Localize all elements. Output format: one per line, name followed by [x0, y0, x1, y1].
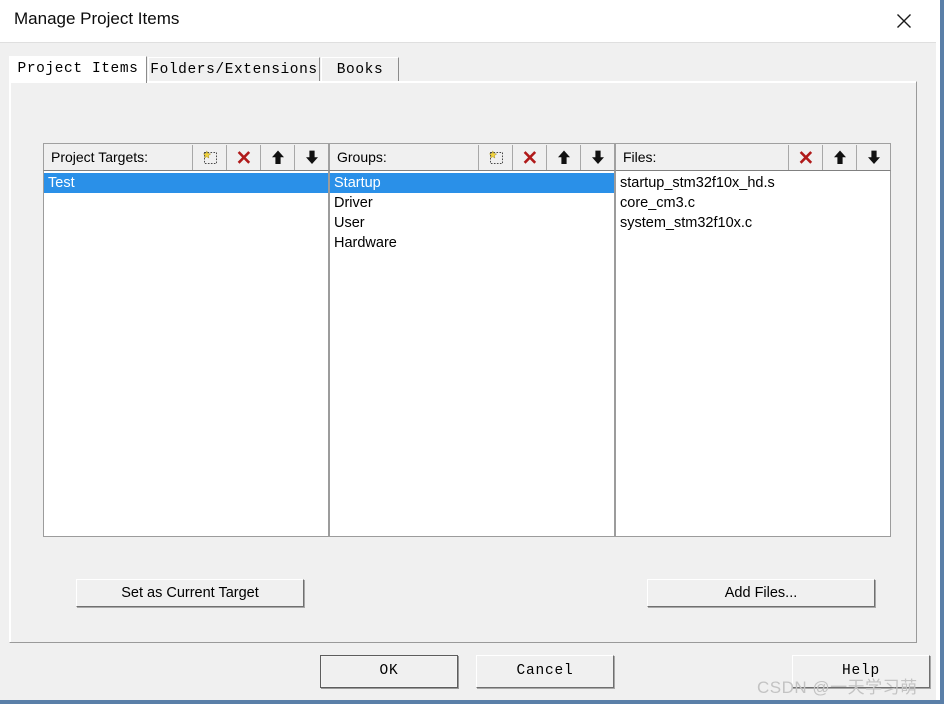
tab-strip: Project Items Folders/Extensions Books	[9, 56, 919, 83]
help-button[interactable]: Help	[792, 655, 930, 688]
cancel-button[interactable]: Cancel	[476, 655, 614, 688]
tab-project-items[interactable]: Project Items	[9, 56, 147, 83]
groups-list[interactable]: Startup Driver User Hardware	[329, 170, 615, 537]
move-down-icon[interactable]	[856, 144, 890, 170]
project-targets-column: Project Targets: Test	[43, 143, 329, 537]
project-targets-list[interactable]: Test	[43, 170, 329, 537]
move-up-icon[interactable]	[260, 144, 294, 170]
window-title: Manage Project Items	[14, 9, 180, 28]
list-item[interactable]: startup_stm32f10x_hd.s	[616, 173, 890, 193]
move-up-icon[interactable]	[546, 144, 580, 170]
list-item[interactable]: Test	[44, 173, 328, 193]
move-down-icon[interactable]	[580, 144, 614, 170]
project-targets-label: Project Targets:	[51, 149, 149, 165]
files-label: Files:	[623, 149, 657, 165]
list-item[interactable]: User	[330, 213, 614, 233]
client-area: Project Items Folders/Extensions Books P…	[0, 42, 936, 700]
list-item[interactable]: Startup	[330, 173, 614, 193]
groups-header: Groups:	[329, 143, 615, 170]
tab-books[interactable]: Books	[321, 57, 399, 82]
tab-folders-extensions[interactable]: Folders/Extensions	[148, 57, 320, 82]
ok-button[interactable]: OK	[320, 655, 458, 688]
set-as-current-target-button[interactable]: Set as Current Target	[76, 579, 304, 607]
new-item-icon[interactable]	[192, 144, 226, 170]
delete-icon[interactable]	[512, 144, 546, 170]
title-bar: Manage Project Items	[0, 0, 940, 42]
tab-page-project-items: Project Targets: Test Groups: Startup Dr…	[9, 81, 917, 643]
files-column: Files: startup_stm32f10x_hd.s core_cm3.c…	[615, 143, 891, 537]
new-item-icon[interactable]	[478, 144, 512, 170]
manage-project-items-dialog: Manage Project Items Project Items Folde…	[0, 0, 944, 704]
groups-column: Groups: Startup Driver User Hardware	[329, 143, 615, 537]
add-files-button[interactable]: Add Files...	[647, 579, 875, 607]
delete-icon[interactable]	[226, 144, 260, 170]
close-icon[interactable]	[884, 2, 924, 40]
files-list[interactable]: startup_stm32f10x_hd.s core_cm3.c system…	[615, 170, 891, 537]
project-targets-header: Project Targets:	[43, 143, 329, 170]
files-header: Files:	[615, 143, 891, 170]
move-down-icon[interactable]	[294, 144, 328, 170]
move-up-icon[interactable]	[822, 144, 856, 170]
list-item[interactable]: Driver	[330, 193, 614, 213]
list-item[interactable]: Hardware	[330, 233, 614, 253]
list-item[interactable]: core_cm3.c	[616, 193, 890, 213]
list-item[interactable]: system_stm32f10x.c	[616, 213, 890, 233]
groups-label: Groups:	[337, 149, 387, 165]
delete-icon[interactable]	[788, 144, 822, 170]
